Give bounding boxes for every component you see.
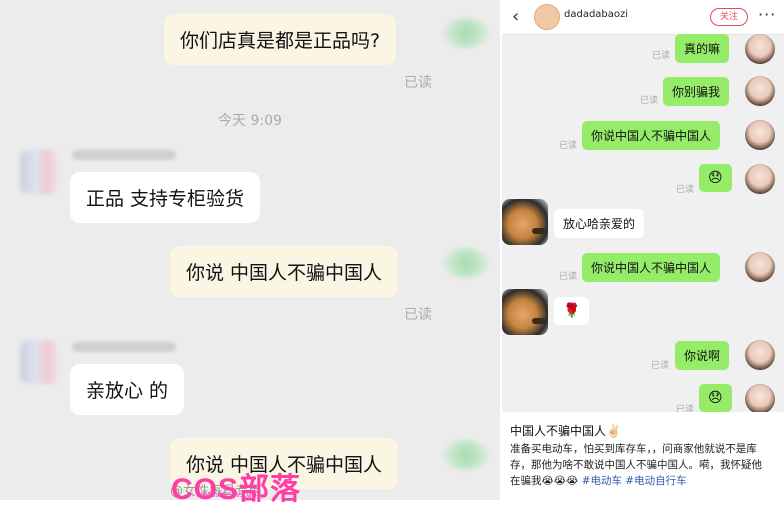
message-bubble-sent: 你别骗我 bbox=[663, 77, 730, 106]
sad-face-icon: 😞 bbox=[708, 170, 723, 186]
message-bubble-sent: 你说中国人不骗中国人 bbox=[582, 121, 721, 150]
sender-name-blurred bbox=[72, 342, 176, 352]
avatar[interactable] bbox=[745, 384, 775, 414]
back-icon[interactable]: ‹ bbox=[512, 6, 519, 27]
avatar[interactable] bbox=[745, 76, 775, 106]
message-bubble-sent: 真的嘛 bbox=[675, 34, 730, 63]
read-receipt: 已读 bbox=[640, 96, 659, 106]
read-receipt: 已读 bbox=[652, 51, 671, 61]
chat-panel-right: ‹ dadadabaozi 关注 ··· 已读 真的嘛 已读 你别骗我 已读 你… bbox=[502, 0, 784, 500]
avatar[interactable] bbox=[502, 199, 548, 245]
sad-face-icon: 😞 bbox=[708, 390, 723, 406]
post-title: 中国人不骗中国人✌🏻 bbox=[510, 424, 621, 438]
avatar[interactable] bbox=[745, 120, 775, 150]
watermark-url: www.coscv.com bbox=[196, 489, 260, 499]
chat-panel-left: 你们店真是都是正品吗? 已读 今天 9:09 正品 支持专柜验货 你说 中国人不… bbox=[0, 0, 500, 500]
read-receipt: 已读 bbox=[404, 307, 432, 323]
rose-icon: 🌹 bbox=[563, 303, 581, 319]
post-body: 准备买电动车，怕买到库存车，，问商家他就说不是库存，那他为啥不敢说中国人不骗中国… bbox=[510, 441, 772, 489]
message-bubble-received: 正品 支持专柜验货 bbox=[70, 172, 261, 223]
watermark-logo: COS部落 bbox=[171, 473, 302, 506]
message-bubble-sent: 你说中国人不骗中国人 bbox=[582, 253, 721, 282]
read-receipt: 已读 bbox=[404, 75, 432, 91]
sender-name-blurred bbox=[72, 150, 176, 160]
message-bubble-received: 亲放心 的 bbox=[70, 364, 185, 415]
username: dadadabaozi bbox=[564, 9, 629, 20]
post-tags[interactable]: #电动车 #电动自行车 bbox=[582, 475, 687, 487]
pipe-icon bbox=[532, 228, 546, 234]
avatar[interactable] bbox=[745, 252, 775, 282]
avatar[interactable] bbox=[745, 164, 775, 194]
message-bubble-sent: 你说 中国人不骗中国人 bbox=[170, 246, 399, 297]
avatar[interactable] bbox=[444, 248, 488, 278]
message-bubble-received: 🌹 bbox=[554, 297, 590, 325]
avatar[interactable] bbox=[534, 4, 560, 30]
chat-header: ‹ dadadabaozi 关注 ··· bbox=[502, 0, 784, 35]
read-receipt: 已读 bbox=[559, 141, 578, 151]
avatar[interactable] bbox=[20, 340, 60, 384]
avatar[interactable] bbox=[745, 340, 775, 370]
avatar[interactable] bbox=[745, 34, 775, 64]
read-receipt: 已读 bbox=[559, 272, 578, 282]
message-bubble-sent: 你说啊 bbox=[675, 341, 730, 370]
avatar[interactable] bbox=[444, 440, 488, 470]
post-caption: 中国人不骗中国人✌🏻 准备买电动车，怕买到库存车，，问商家他就说不是库存，那他为… bbox=[502, 412, 784, 500]
avatar[interactable] bbox=[502, 289, 548, 335]
message-bubble-sent: 你们店真是都是正品吗? bbox=[164, 14, 397, 65]
message-bubble-received: 放心哈亲爱的 bbox=[554, 209, 645, 238]
more-icon[interactable]: ··· bbox=[758, 5, 776, 24]
read-receipt: 已读 bbox=[676, 185, 695, 195]
timestamp: 今天 9:09 bbox=[218, 113, 282, 129]
follow-button[interactable]: 关注 bbox=[710, 8, 748, 26]
avatar[interactable] bbox=[444, 18, 488, 48]
read-receipt: 已读 bbox=[651, 361, 670, 371]
avatar[interactable] bbox=[20, 150, 60, 194]
message-bubble-sent: 😞 bbox=[699, 384, 732, 412]
pipe-icon bbox=[532, 318, 546, 324]
message-bubble-sent: 😞 bbox=[699, 164, 732, 192]
